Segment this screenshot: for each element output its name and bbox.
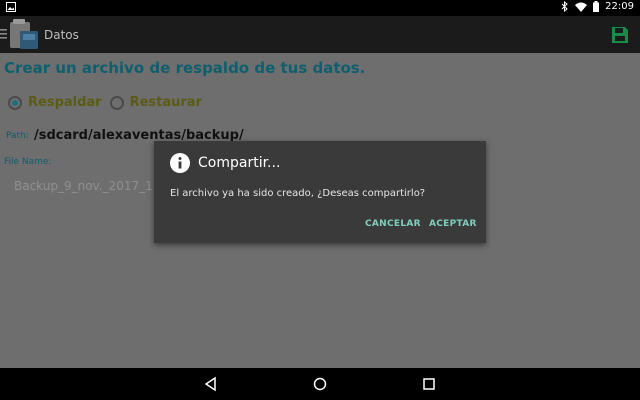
cancel-button[interactable]: CANCELAR <box>365 219 421 229</box>
dialog-title: Compartir... <box>198 155 281 171</box>
app-bar: Datos <box>0 16 640 53</box>
status-time: 22:09 <box>605 1 634 12</box>
radio-restore[interactable] <box>109 95 124 110</box>
page-heading: Crear un archivo de respaldo de tus dato… <box>4 59 366 77</box>
app-logo-icon[interactable] <box>8 19 42 51</box>
dialog-message: El archivo ya ha sido creado, ¿Deseas co… <box>170 188 426 199</box>
bluetooth-icon <box>561 1 568 12</box>
accept-button[interactable]: ACEPTAR <box>429 219 477 229</box>
menu-icon[interactable] <box>0 28 8 40</box>
app-title: Datos <box>44 28 79 42</box>
save-icon[interactable] <box>610 25 630 45</box>
radio-backup[interactable] <box>8 95 22 110</box>
battery-icon <box>593 1 600 12</box>
file-name-label: File Name: <box>4 157 52 167</box>
image-icon <box>6 2 16 12</box>
path-label: Path: <box>6 131 29 141</box>
backup-mode-group: Respaldar Restaurar <box>8 95 202 110</box>
recents-icon[interactable] <box>421 376 437 392</box>
radio-backup-label[interactable]: Respaldar <box>28 95 102 110</box>
back-icon[interactable] <box>203 376 219 392</box>
home-icon[interactable] <box>312 376 328 392</box>
share-dialog: Compartir... El archivo ya ha sido cread… <box>154 141 486 243</box>
wifi-icon <box>575 2 588 12</box>
status-bar: 22:09 <box>0 0 640 16</box>
navigation-bar <box>0 368 640 400</box>
radio-restore-label[interactable]: Restaurar <box>130 95 202 110</box>
info-icon <box>170 153 190 173</box>
file-name-input[interactable]: Backup_9_nov._2017_1 <box>14 179 153 193</box>
